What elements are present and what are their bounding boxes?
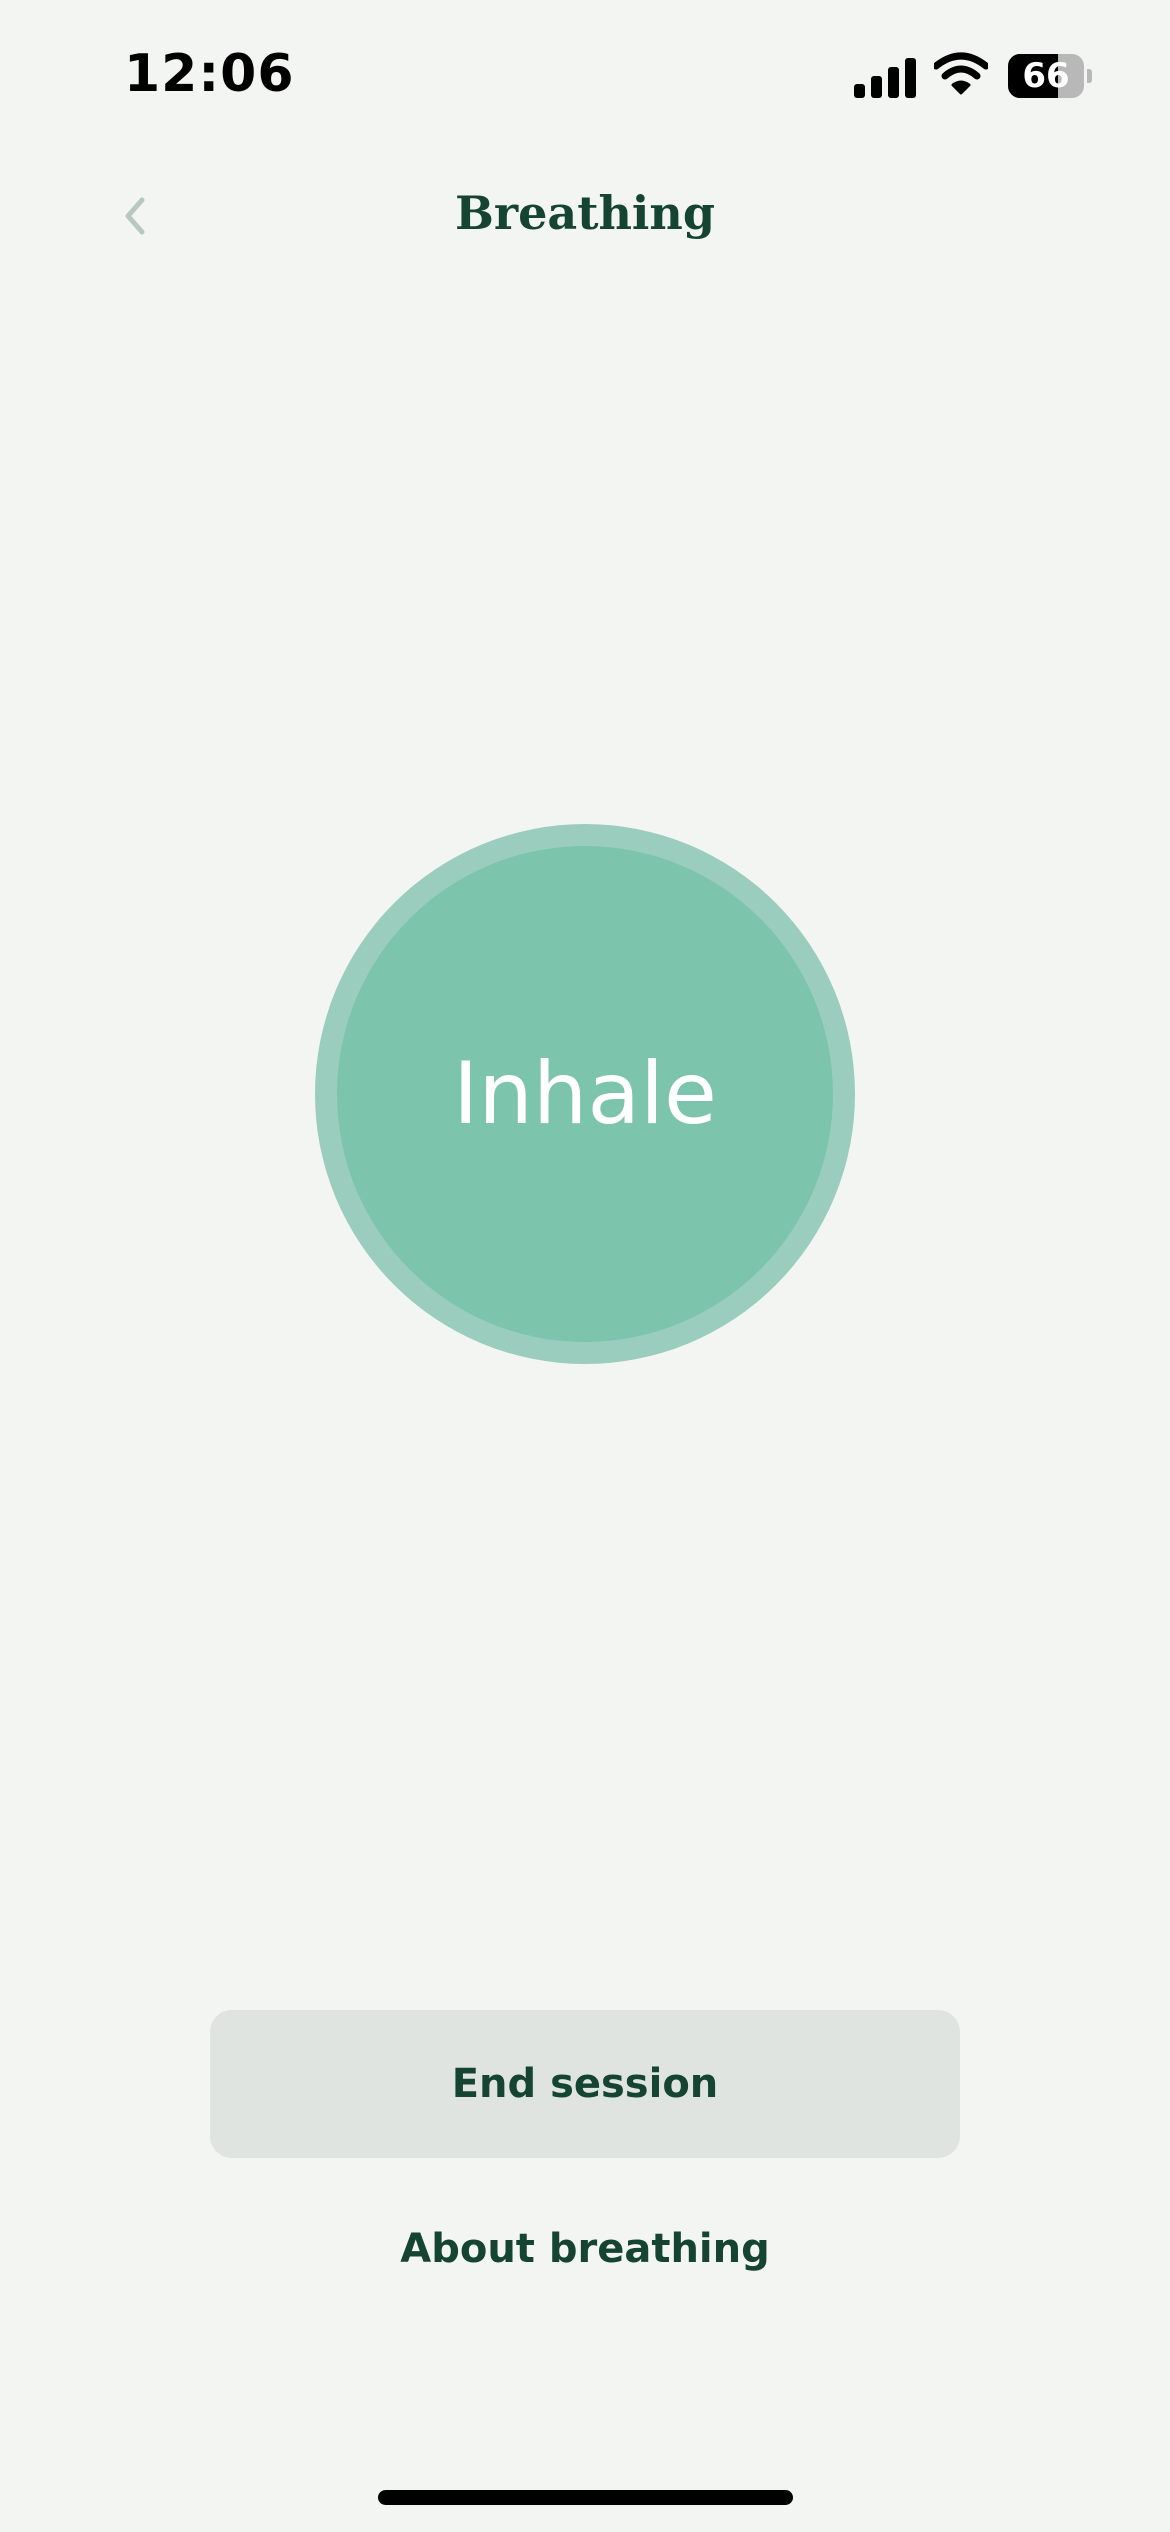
breathing-phase-label: Inhale	[453, 1044, 717, 1144]
end-session-button[interactable]: End session	[210, 2010, 960, 2158]
status-time: 12:06	[124, 44, 295, 104]
battery-percent: 66	[1022, 56, 1070, 96]
status-bar: 12:06 66	[0, 0, 1170, 150]
battery-nub	[1087, 69, 1092, 83]
battery-icon: 66	[1008, 54, 1092, 98]
home-indicator[interactable]	[378, 2490, 793, 2505]
about-breathing-link[interactable]: About breathing	[0, 2226, 1170, 2272]
breathing-circle-outer: Inhale	[315, 824, 855, 1364]
wifi-icon	[934, 52, 988, 95]
battery-body: 66	[1008, 54, 1084, 98]
page-title: Breathing	[455, 186, 715, 240]
signal-icon	[854, 56, 916, 98]
